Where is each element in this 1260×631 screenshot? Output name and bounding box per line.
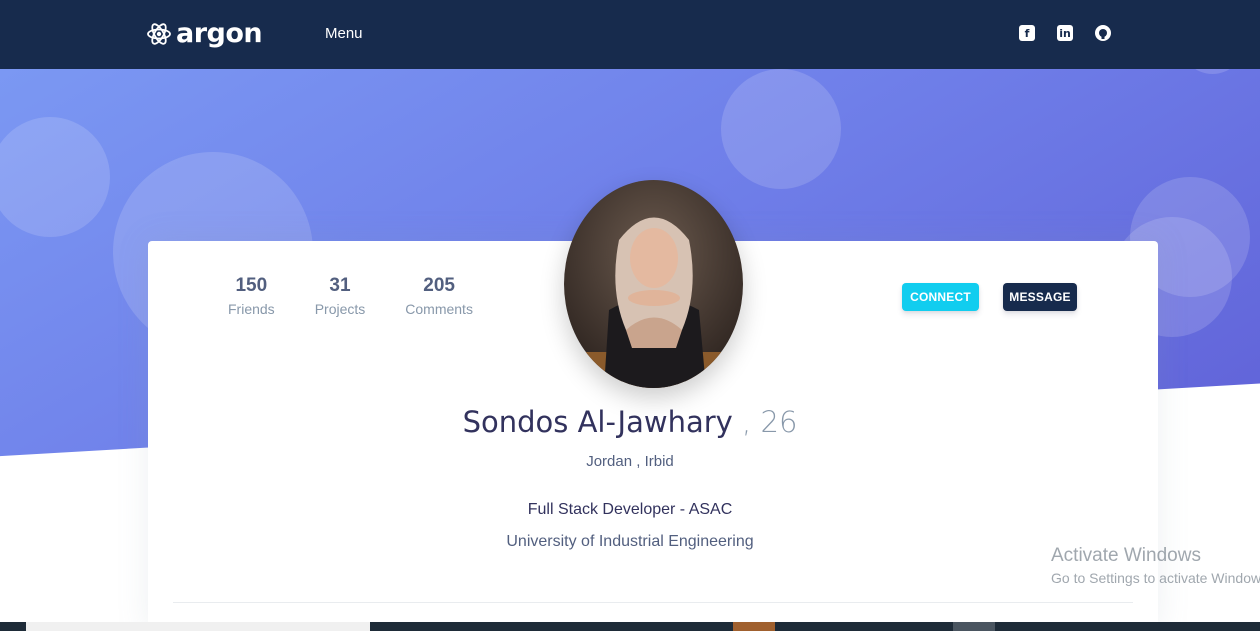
- linkedin-icon[interactable]: in: [1057, 25, 1073, 41]
- github-icon[interactable]: [1095, 25, 1111, 41]
- profile-job-title: Full Stack Developer - ASAC: [527, 501, 733, 518]
- connect-button[interactable]: CONNECT: [902, 283, 979, 311]
- stat-comments: 205 Comments: [405, 275, 473, 317]
- profile-location: Jordan , Irbid: [586, 453, 674, 470]
- profile-name: Sondos Al-Jawhary: [462, 405, 733, 439]
- stat-value: 150: [235, 275, 268, 296]
- message-button[interactable]: MESSAGE: [1003, 283, 1077, 311]
- decorative-bubble: [721, 69, 841, 189]
- profile-name-line: Sondos Al-Jawhary , 26: [0, 405, 1260, 439]
- card-divider: [173, 602, 1133, 603]
- taskbar-app-button[interactable]: [733, 622, 775, 631]
- atom-icon: [147, 22, 171, 45]
- profile-stats: 150 Friends 31 Projects 205 Comments: [228, 275, 513, 317]
- avatar-photo: [564, 180, 743, 388]
- stat-friends: 150 Friends: [228, 275, 275, 317]
- stat-value: 205: [423, 275, 455, 296]
- profile-avatar[interactable]: [564, 180, 743, 388]
- stat-label: Projects: [314, 301, 366, 317]
- activate-windows-subtitle: Go to Settings to activate Windows.: [1051, 570, 1260, 586]
- activate-windows-title: Activate Windows: [1051, 545, 1201, 566]
- profile-age: , 26: [732, 405, 798, 439]
- github-glyph: [1099, 29, 1107, 39]
- brand-logo[interactable]: argon: [146, 18, 263, 49]
- facebook-square-icon[interactable]: f: [1019, 25, 1035, 41]
- stat-value: 31: [329, 275, 351, 296]
- stat-label: Friends: [228, 301, 275, 317]
- brand-name: argon: [176, 18, 263, 49]
- top-navbar: argon Menu f in: [0, 0, 1260, 69]
- nav-menu-link[interactable]: Menu: [325, 25, 363, 42]
- stat-projects: 31 Projects: [315, 275, 366, 317]
- taskbar-search-box[interactable]: [26, 622, 370, 631]
- stat-label: Comments: [405, 301, 473, 317]
- taskbar-app-button[interactable]: [953, 622, 995, 631]
